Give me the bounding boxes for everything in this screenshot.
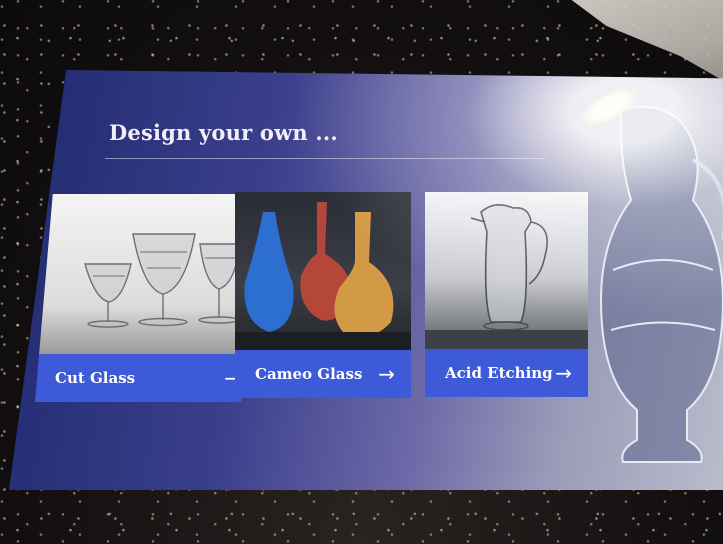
card-label: Cut Glass (55, 369, 136, 387)
acid-etching-image (425, 192, 588, 349)
touchscreen-display: Design your own ... Cut Glass → Cameo Gl… (9, 70, 723, 490)
card-bar-cut-glass[interactable]: Cut Glass → (35, 354, 257, 402)
card-cameo-glass[interactable]: Cameo Glass → (235, 192, 411, 398)
arrow-right-icon: → (555, 361, 572, 385)
cut-glass-image (35, 194, 257, 354)
card-bar-acid-etching[interactable]: Acid Etching → (425, 349, 588, 397)
card-cut-glass[interactable]: Cut Glass → (35, 194, 257, 402)
page-title: Design your own ... (109, 120, 338, 145)
card-label: Acid Etching (445, 364, 553, 382)
cameo-glass-image (235, 192, 411, 350)
arrow-right-icon: → (378, 362, 395, 386)
card-bar-cameo-glass[interactable]: Cameo Glass → (235, 350, 411, 398)
etched-ewer-photo (599, 105, 723, 463)
card-acid-etching[interactable]: Acid Etching → (425, 192, 588, 397)
title-divider (105, 158, 545, 159)
card-label: Cameo Glass (255, 365, 363, 383)
